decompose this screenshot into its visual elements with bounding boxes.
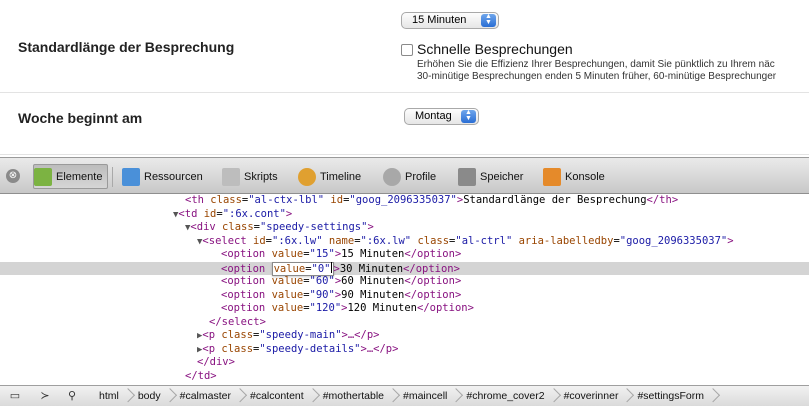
week-start-label: Woche beginnt am <box>18 110 143 126</box>
toolbar-divider <box>112 167 113 187</box>
profiles-icon <box>383 167 401 186</box>
resources-icon <box>122 167 140 186</box>
console-toggle-icon[interactable]: ≻ <box>38 389 52 403</box>
tab-label: Timeline <box>320 170 362 183</box>
attribute-edit-field[interactable]: value="0" <box>271 261 334 276</box>
tab-label: Konsole <box>565 170 605 183</box>
close-icon[interactable]: ⊗ <box>6 169 20 183</box>
breadcrumb-item[interactable]: #maincell <box>394 390 457 402</box>
week-start-select[interactable]: Montag ▲ ▼ <box>404 108 479 125</box>
dom-node-div[interactable]: ▼<div class="speedy-settings"> <box>0 221 809 235</box>
tab-label: Skripts <box>244 170 278 183</box>
dom-node-option[interactable]: <option value="90">90 Minuten</option> <box>0 289 809 303</box>
tab-storage[interactable]: Speicher <box>458 164 523 189</box>
tab-label: Speicher <box>480 170 524 183</box>
quick-meetings-description-2: 30-minütige Besprechungen enden 5 Minute… <box>417 71 777 82</box>
select-arrows-icon: ▲ ▼ <box>481 13 496 27</box>
dom-node-option[interactable]: <option value="60">60 Minuten</option> <box>0 275 809 289</box>
dom-node-option[interactable]: <option value="120">120 Minuten</option> <box>0 302 809 316</box>
row-divider <box>0 92 809 93</box>
breadcrumb-item[interactable]: #mothertable <box>314 390 394 402</box>
breadcrumb-item[interactable]: #chrome_cover2 <box>457 390 554 402</box>
quick-meetings-checkbox[interactable] <box>401 44 413 56</box>
dom-node-p-main[interactable]: ▶<p class="speedy-main">…</p> <box>0 329 809 343</box>
storage-icon <box>458 167 476 186</box>
tab-console[interactable]: Konsole <box>543 164 605 189</box>
devtools-toolbar: ⊗ Elemente Ressourcen Skripts Timeline P… <box>0 157 809 194</box>
dom-tree[interactable]: <th class="al-ctx-lbl" id="goog_20963350… <box>0 194 809 385</box>
tab-label: Elemente <box>56 170 103 183</box>
devtools-statusbar: ▭ ≻ ⚲ html body #calmaster #calcontent #… <box>0 385 809 406</box>
breadcrumb-item[interactable]: #settingsForm <box>628 390 714 402</box>
tab-label: Profile <box>405 170 437 183</box>
breadcrumb-item[interactable]: #calcontent <box>241 390 314 402</box>
meeting-length-select[interactable]: 15 Minuten ▲ ▼ <box>401 12 499 29</box>
breadcrumb-item[interactable]: html <box>90 390 129 402</box>
tab-scripts[interactable]: Skripts <box>222 164 278 189</box>
timeline-icon <box>298 167 316 186</box>
tab-label: Ressourcen <box>144 170 203 183</box>
dom-node-td[interactable]: ▼<td id=":6x.cont"> <box>0 208 809 222</box>
dom-node-div-close[interactable]: </div> <box>0 356 809 370</box>
dock-icon[interactable]: ▭ <box>8 389 22 403</box>
dom-node-option[interactable]: <option value="15">15 Minuten</option> <box>0 248 809 262</box>
search-icon[interactable]: ⚲ <box>65 389 79 403</box>
quick-meetings-label: Schnelle Besprechungen <box>417 41 573 57</box>
text-caret <box>330 261 332 273</box>
quick-meetings-description-1: Erhöhen Sie die Effizienz Ihrer Besprech… <box>417 59 775 70</box>
tab-profiles[interactable]: Profile <box>383 164 436 189</box>
tab-elements[interactable]: Elemente <box>33 164 109 189</box>
select-arrows-icon: ▲ ▼ <box>461 109 476 123</box>
tab-resources[interactable]: Ressourcen <box>122 164 203 189</box>
dom-node-option-selected[interactable]: <option value="0" >30 Minuten</option> <box>0 261 809 276</box>
dom-node-select-close[interactable]: </select> <box>0 316 809 330</box>
breadcrumb: html body #calmaster #calcontent #mother… <box>90 386 714 406</box>
tab-timeline[interactable]: Timeline <box>298 164 361 189</box>
breadcrumb-item[interactable]: #coverinner <box>555 390 629 402</box>
meeting-length-label: Standardlänge der Besprechung <box>18 39 235 55</box>
breadcrumb-item[interactable]: #calmaster <box>171 390 241 402</box>
elements-icon <box>34 167 52 186</box>
devtools-panel: ⊗ Elemente Ressourcen Skripts Timeline P… <box>0 157 809 406</box>
settings-panel: 15 Minuten ▲ ▼ Standardlänge der Besprech… <box>0 0 809 155</box>
week-start-select-value: Montag <box>415 110 452 122</box>
breadcrumb-item[interactable]: body <box>129 390 171 402</box>
meeting-length-select-value: 15 Minuten <box>412 14 467 26</box>
scripts-icon <box>222 167 240 186</box>
dom-node-select[interactable]: ▼<select id=":6x.lw" name=":6x.lw" class… <box>0 235 809 249</box>
dom-node-td-close[interactable]: </td> <box>0 370 809 384</box>
row-divider <box>0 154 809 155</box>
console-icon <box>543 167 561 186</box>
dom-node-p-details[interactable]: ▶<p class="speedy-details">…</p> <box>0 343 809 357</box>
dom-node-th[interactable]: <th class="al-ctx-lbl" id="goog_20963350… <box>0 194 809 208</box>
